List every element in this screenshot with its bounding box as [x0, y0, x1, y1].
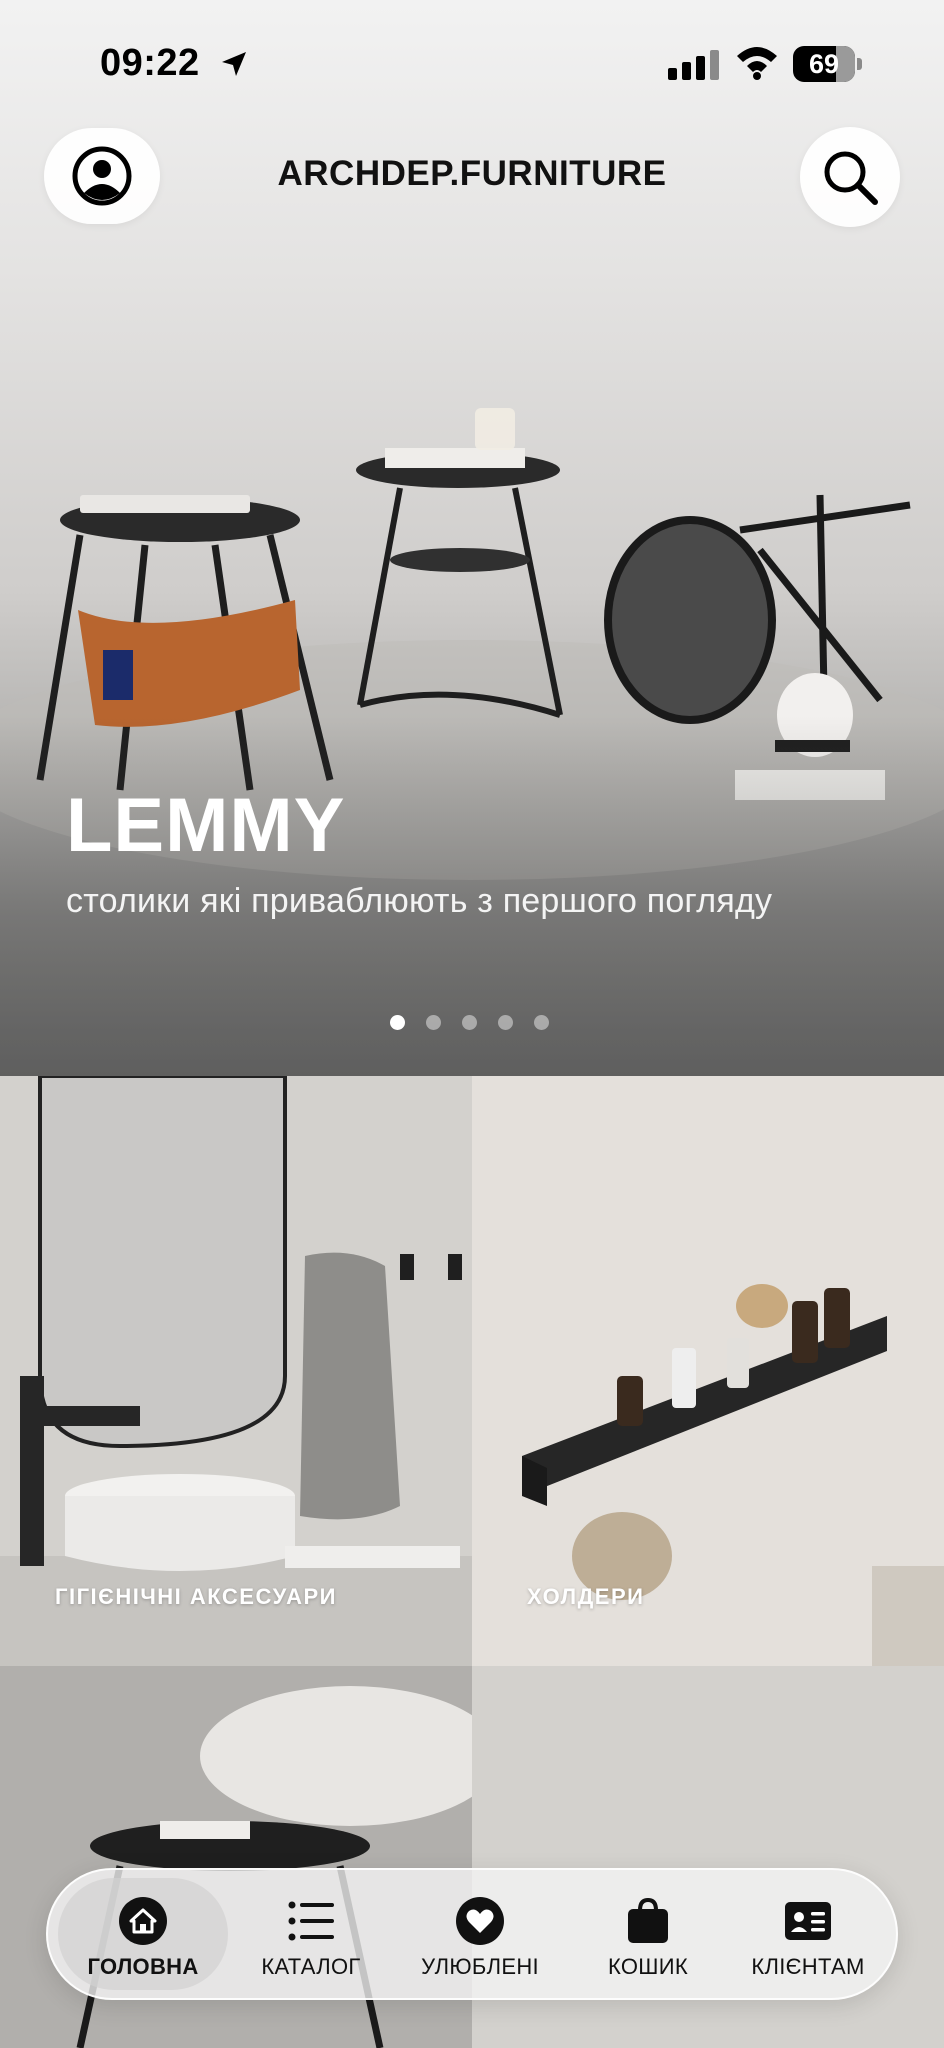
wifi-icon	[737, 47, 777, 80]
tab-label: КОШИК	[608, 1954, 688, 1979]
battery-indicator: 69	[793, 46, 863, 82]
tab-catalog[interactable]: КАТАЛОГ	[236, 1870, 386, 1998]
cellular-signal-icon	[668, 50, 719, 80]
category-tile-holders[interactable]: ХОЛДЕРИ	[472, 1076, 944, 1666]
tab-label: ГОЛОВНА	[87, 1954, 199, 1979]
heart-icon	[456, 1897, 504, 1945]
hero-title: LEMMY	[66, 783, 346, 868]
category-image	[472, 1076, 944, 1666]
tab-label: КАТАЛОГ	[261, 1954, 361, 1979]
pagination-dot[interactable]	[498, 1015, 513, 1030]
tab-clients[interactable]: КЛІЄНТАМ	[720, 1870, 896, 1998]
user-circle-icon	[72, 146, 132, 206]
pagination-dot[interactable]	[534, 1015, 549, 1030]
tab-label: УЛЮБЛЕНІ	[421, 1954, 539, 1979]
brand-title: ARCHDEP.FURNITURE	[277, 154, 667, 193]
category-image	[0, 1076, 472, 1666]
pagination-dot[interactable]	[462, 1015, 477, 1030]
home-icon	[119, 1897, 167, 1945]
pagination-dot[interactable]	[390, 1015, 405, 1030]
status-bar: 09:22 69	[0, 0, 944, 120]
search-icon	[824, 151, 878, 205]
pagination-dot[interactable]	[426, 1015, 441, 1030]
category-label: ХОЛДЕРИ	[527, 1584, 645, 1609]
hero-subtitle: столики які приваблюють з першого погляд…	[66, 882, 773, 920]
status-time: 09:22	[100, 42, 200, 84]
category-tile-hygiene[interactable]: ГІГІЄНІЧНІ АКСЕСУАРИ	[0, 1076, 472, 1666]
tab-cart[interactable]: КОШИК	[574, 1870, 722, 1998]
tab-home[interactable]: ГОЛОВНА	[50, 1870, 236, 1998]
tab-label: КЛІЄНТАМ	[751, 1954, 865, 1979]
tab-bar: ГОЛОВНА КАТАЛОГ УЛЮБЛЕНІ КОШИК КЛІЄНТАМ	[46, 1868, 898, 2000]
location-arrow-icon	[222, 52, 246, 76]
hero-banner[interactable]: 09:22 69 ARCHDEP.FURNITURE LEMMY столики…	[0, 0, 944, 1076]
list-icon	[288, 1901, 334, 1941]
category-label: ГІГІЄНІЧНІ АКСЕСУАРИ	[55, 1584, 337, 1609]
contact-card-icon	[785, 1902, 831, 1940]
tab-favorites[interactable]: УЛЮБЛЕНІ	[390, 1870, 570, 1998]
search-button[interactable]	[800, 127, 900, 227]
bag-icon	[628, 1897, 668, 1943]
battery-percent: 69	[808, 49, 840, 79]
carousel-pagination[interactable]	[390, 1015, 549, 1030]
profile-button[interactable]	[44, 128, 160, 224]
